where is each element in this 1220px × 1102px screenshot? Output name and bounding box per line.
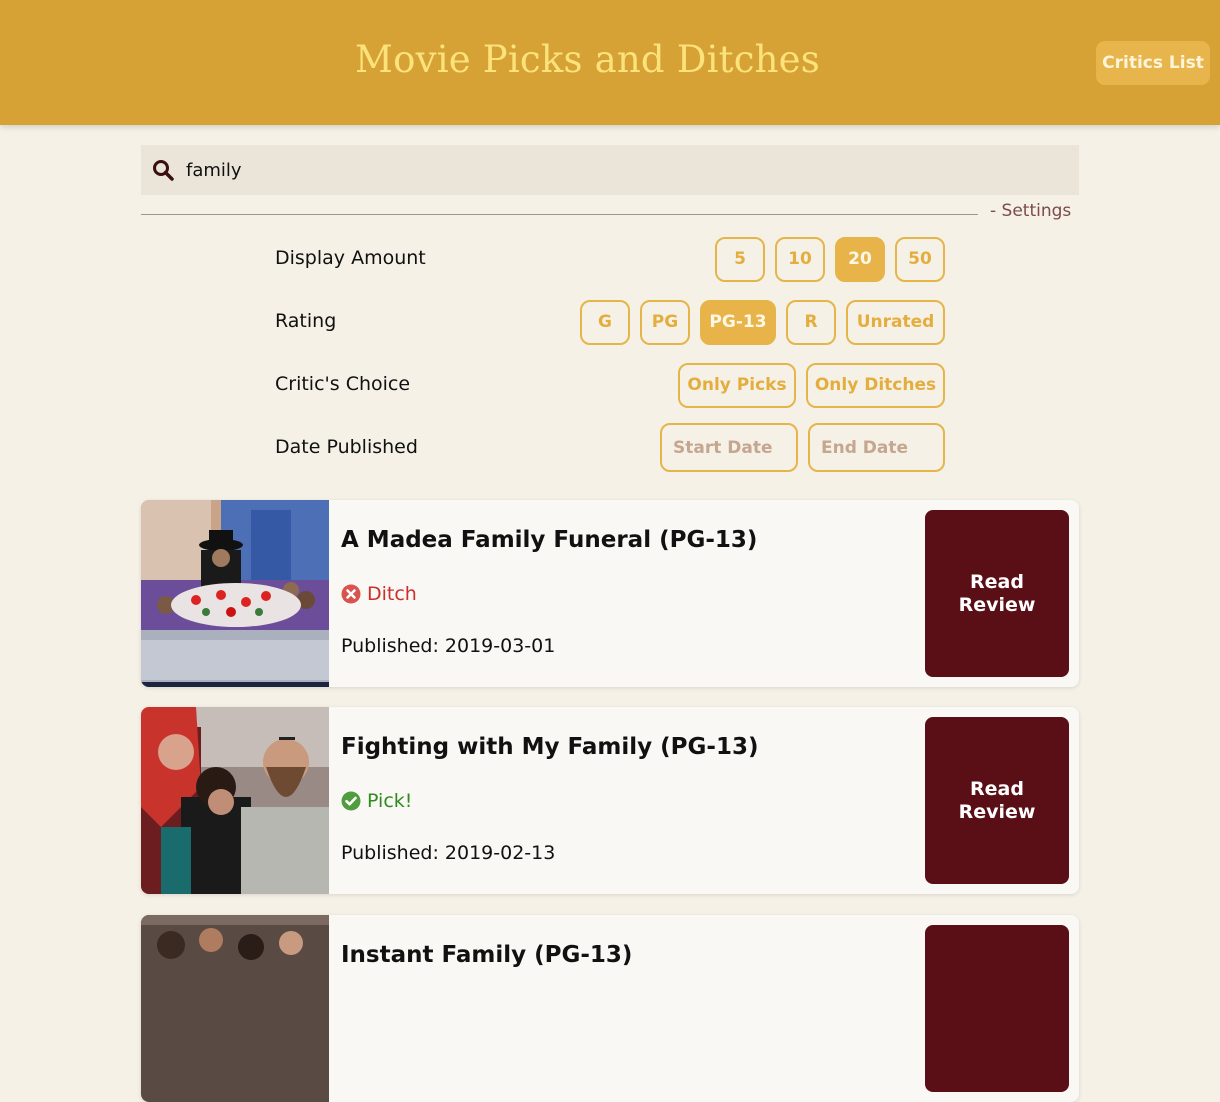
verdict-pick: Pick! bbox=[341, 790, 412, 812]
display-amount-10[interactable]: 10 bbox=[775, 237, 825, 282]
read-review-label: Read Review bbox=[958, 570, 1036, 616]
movie-thumbnail bbox=[141, 915, 329, 1102]
pick-check-icon bbox=[341, 791, 361, 811]
date-published-label: Date Published bbox=[275, 436, 418, 458]
read-review-button[interactable]: Read Review bbox=[925, 510, 1069, 677]
read-review-button[interactable]: Read Review bbox=[925, 717, 1069, 884]
display-amount-20[interactable]: 20 bbox=[835, 237, 885, 282]
only-ditches-button[interactable]: Only Ditches bbox=[806, 363, 945, 408]
rating-pg-13[interactable]: PG-13 bbox=[700, 300, 776, 345]
display-amount-50[interactable]: 50 bbox=[895, 237, 945, 282]
movie-title: Instant Family (PG-13) bbox=[341, 942, 633, 968]
published-date: Published: 2019-02-13 bbox=[341, 842, 556, 864]
movie-title: A Madea Family Funeral (PG-13) bbox=[341, 527, 758, 553]
app-header: Movie Picks and Ditches Critics List bbox=[0, 0, 1220, 125]
critics-choice-label: Critic's Choice bbox=[275, 373, 411, 395]
ditch-x-icon bbox=[341, 584, 361, 604]
start-date-input[interactable] bbox=[660, 423, 798, 472]
settings-divider bbox=[141, 214, 978, 215]
settings-toggle[interactable]: - Settings bbox=[990, 201, 1071, 221]
movie-thumbnail bbox=[141, 707, 329, 894]
app-title: Movie Picks and Ditches bbox=[355, 38, 820, 81]
movie-card: A Madea Family Funeral (PG-13) Ditch Pub… bbox=[141, 500, 1079, 687]
verdict-label: Pick! bbox=[367, 790, 413, 812]
published-date: Published: 2019-03-01 bbox=[341, 635, 556, 657]
critics-list-button[interactable]: Critics List bbox=[1096, 41, 1210, 85]
search-input[interactable] bbox=[186, 145, 1066, 195]
only-picks-button[interactable]: Only Picks bbox=[678, 363, 796, 408]
display-amount-label: Display Amount bbox=[275, 247, 426, 269]
rating-r[interactable]: R bbox=[786, 300, 836, 345]
verdict-ditch: Ditch bbox=[341, 583, 417, 605]
movie-thumbnail bbox=[141, 500, 329, 687]
search-bar bbox=[141, 145, 1079, 195]
display-amount-5[interactable]: 5 bbox=[715, 237, 765, 282]
rating-pg[interactable]: PG bbox=[640, 300, 690, 345]
end-date-input[interactable] bbox=[808, 423, 945, 472]
rating-label: Rating bbox=[275, 310, 337, 332]
movie-title: Fighting with My Family (PG-13) bbox=[341, 734, 759, 760]
movie-card: Fighting with My Family (PG-13) Pick! Pu… bbox=[141, 707, 1079, 894]
rating-unrated[interactable]: Unrated bbox=[846, 300, 945, 345]
read-review-button[interactable] bbox=[925, 925, 1069, 1092]
movie-card: Instant Family (PG-13) bbox=[141, 915, 1079, 1102]
read-review-label: Read Review bbox=[958, 777, 1036, 823]
verdict-label: Ditch bbox=[367, 583, 417, 605]
rating-g[interactable]: G bbox=[580, 300, 630, 345]
search-icon bbox=[153, 160, 174, 181]
